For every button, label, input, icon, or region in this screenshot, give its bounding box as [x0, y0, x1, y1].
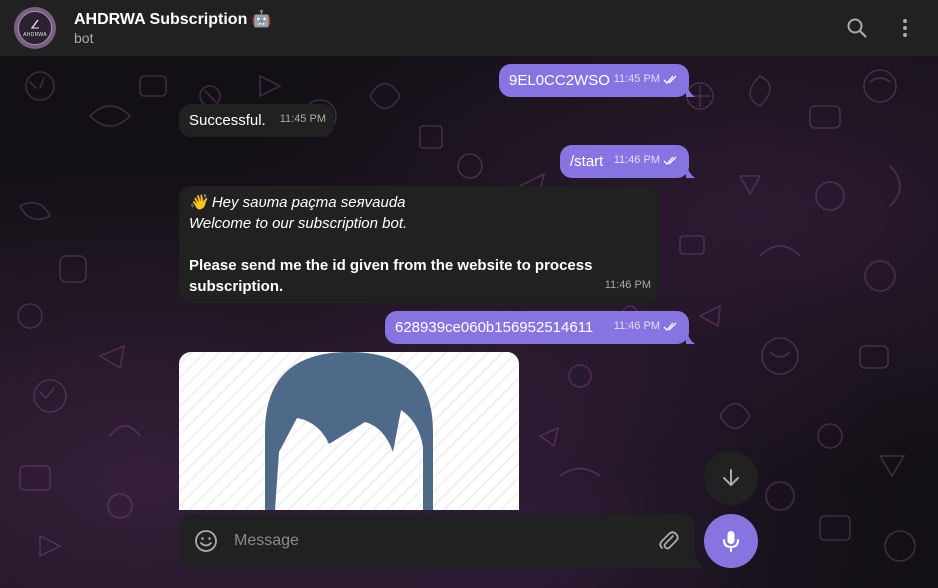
welcome-text: Welcome to our subscription bot. — [189, 215, 408, 232]
more-vertical-icon — [903, 19, 907, 37]
image-message[interactable] — [179, 352, 519, 510]
bot-avatar[interactable]: AHDRWA — [14, 7, 56, 49]
microphone-icon — [723, 531, 739, 552]
double-check-icon — [663, 322, 677, 331]
composer-tail — [695, 554, 704, 568]
message-text: 628939ce060b156952514611 — [395, 319, 594, 336]
emoji-button[interactable] — [193, 528, 219, 554]
message-time: 11:46 PM — [613, 154, 660, 166]
greeting-text: 👋 Hey ѕaυта paçтa ѕeяvaиda — [189, 194, 406, 211]
smile-icon — [195, 530, 217, 552]
message-text: /start — [570, 153, 604, 170]
paperclip-icon — [659, 531, 679, 550]
message-time: 11:45 PM — [279, 113, 326, 125]
double-check-icon — [663, 75, 677, 84]
message-incoming[interactable]: Successful. 11:45 PM — [179, 104, 334, 137]
attach-button[interactable] — [656, 528, 682, 554]
double-check-icon — [663, 156, 677, 165]
message-incoming[interactable]: 👋 Hey ѕaυта paçтa ѕeяvaиda Welcome to ou… — [179, 186, 659, 303]
message-text: Successful. — [189, 112, 266, 129]
message-meta: 11:46 PM — [614, 316, 679, 337]
scroll-down-button[interactable] — [704, 451, 758, 505]
more-options-button[interactable] — [893, 16, 917, 40]
search-icon — [847, 18, 867, 38]
message-input[interactable] — [234, 526, 634, 556]
chat-title[interactable]: AHDRWA Subscription 🤖 — [74, 9, 272, 29]
message-outgoing[interactable]: /start 11:46 PM — [560, 145, 689, 178]
voice-record-button[interactable] — [704, 514, 758, 568]
chat-subtitle: bot — [74, 30, 94, 46]
message-time: 11:45 PM — [613, 73, 660, 85]
message-time: 11:46 PM — [613, 320, 660, 332]
message-outgoing[interactable]: 628939ce060b156952514611 11:46 PM — [385, 311, 689, 344]
instruction-text: Please send me the id given from the web… — [189, 257, 593, 295]
arrow-down-icon — [723, 469, 739, 486]
avatar-logo: AHDRWA — [18, 11, 52, 45]
message-meta: 11:46 PM — [614, 150, 679, 171]
message-outgoing[interactable]: 9EL0CC2WSO 11:45 PM — [499, 64, 689, 97]
logo-mark-icon — [31, 19, 39, 29]
message-meta: 11:45 PM — [614, 69, 679, 90]
bubble-tail — [686, 330, 695, 344]
avatar-logo-text: AHDRWA — [23, 32, 47, 38]
chat-header: AHDRWA AHDRWA Subscription 🤖 bot — [0, 0, 938, 56]
message-time: 11:46 PM — [604, 279, 651, 291]
bubble-tail — [686, 83, 695, 97]
search-button[interactable] — [845, 16, 869, 40]
bubble-tail — [686, 164, 695, 178]
message-text: 9EL0CC2WSO — [509, 72, 610, 89]
user-placeholder-image — [265, 352, 433, 510]
